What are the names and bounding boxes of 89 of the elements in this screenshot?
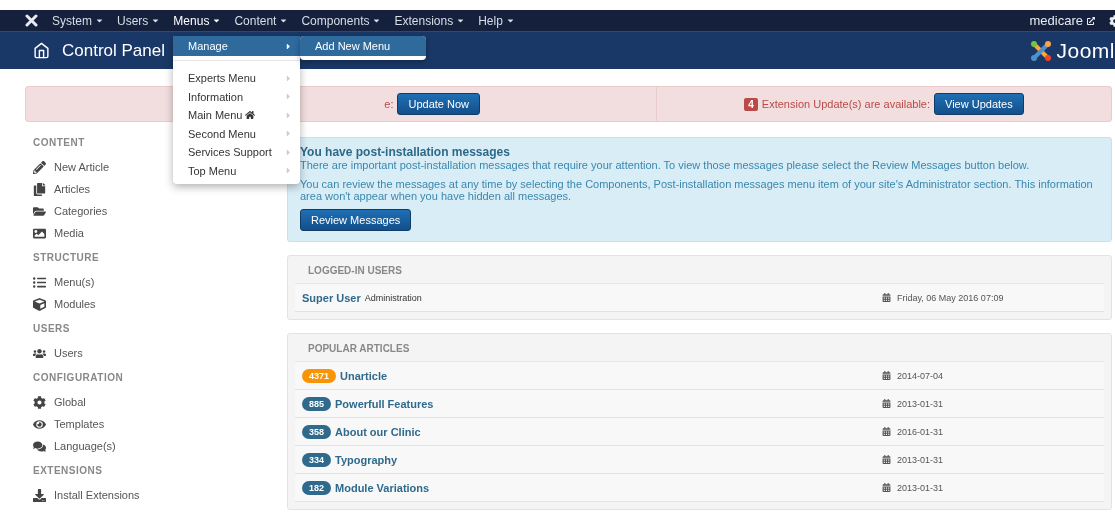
caret-icon xyxy=(279,16,289,25)
chat-icon xyxy=(33,439,46,453)
sidebar-item[interactable]: Users xyxy=(33,342,287,364)
article-link[interactable]: Module Variations xyxy=(335,481,430,494)
user-link[interactable]: Super User xyxy=(302,291,361,304)
pencil-icon xyxy=(33,160,46,174)
hits-badge: 885 xyxy=(302,396,332,411)
menu-item[interactable]: Second Menu xyxy=(173,124,300,143)
caret-icon xyxy=(505,16,515,25)
list-icon xyxy=(33,275,46,289)
nav-menu-item[interactable]: Users xyxy=(117,13,161,28)
nav-menu-item[interactable]: Menus xyxy=(173,13,222,28)
caret-icon xyxy=(95,16,104,25)
area-label: Administration xyxy=(364,292,422,303)
copy-icon xyxy=(33,182,46,196)
menu-item[interactable]: Experts Menu xyxy=(173,69,300,88)
gear-icon xyxy=(33,395,46,409)
sidebar-heading: STRUCTURE xyxy=(33,252,101,263)
external-link-icon xyxy=(1087,16,1095,25)
calendar-icon xyxy=(882,427,891,436)
image-icon xyxy=(33,226,46,240)
info-title: You have post-installation messages xyxy=(300,145,511,159)
hits-badge: 334 xyxy=(302,452,332,467)
sidebar-item[interactable]: Install Extensions xyxy=(33,484,287,506)
eye-icon xyxy=(33,417,46,431)
caret-icon xyxy=(151,16,161,25)
sidebar-item[interactable]: Articles xyxy=(33,178,287,200)
sidebar-item[interactable]: Templates xyxy=(33,413,287,435)
download-icon xyxy=(33,488,46,502)
article-link[interactable]: Powerfull Features xyxy=(335,397,434,410)
caret-icon xyxy=(284,41,293,51)
sidebar-item[interactable]: Media xyxy=(33,222,287,244)
cube-icon xyxy=(33,297,46,311)
calendar-icon xyxy=(882,293,891,302)
article-link[interactable]: Typography xyxy=(335,453,398,466)
date-text: 2013-01-31 xyxy=(897,454,944,465)
sidebar-item[interactable]: Menu(s) xyxy=(33,271,287,293)
caret-icon xyxy=(212,16,222,25)
info-text: There are important post-installation messages that require your attention. To view those messages please select the Review Messages button below. xyxy=(300,159,1031,171)
menu-item[interactable]: Main Menu xyxy=(173,106,300,125)
hits-badge: 4371 xyxy=(302,368,337,383)
count-badge: 4 xyxy=(744,97,758,111)
menu-item[interactable]: Add New Menu xyxy=(300,36,426,56)
sidebar-item[interactable]: Categories xyxy=(33,200,287,222)
logo-icon xyxy=(1030,39,1053,62)
logo-text: Jooml xyxy=(1056,38,1115,63)
view-updates-button[interactable]: View Updates xyxy=(934,93,1024,115)
sidebar-item[interactable]: Language(s) xyxy=(33,435,287,457)
nav-menu-item[interactable]: Extensions xyxy=(394,13,466,28)
calendar-icon xyxy=(882,483,891,492)
menu-item[interactable]: Manage xyxy=(173,36,300,56)
folder-icon xyxy=(33,204,46,218)
caret-icon xyxy=(372,16,382,25)
menu-item[interactable]: Top Menu xyxy=(173,161,300,180)
info-text: You can review the messages at any time by selecting the Components, Post-installation messages menu item of your site's Administrator section. This information area won't appear when you have hidden all messages. xyxy=(300,178,1094,202)
users-icon xyxy=(33,346,46,360)
update-now-button[interactable]: Update Now xyxy=(397,93,480,115)
date-text: 2013-01-31 xyxy=(897,398,944,409)
review-messages-button[interactable]: Review Messages xyxy=(300,209,412,231)
sidebar-heading: EXTENSIONS xyxy=(33,465,104,476)
nav-menu-item[interactable]: System xyxy=(52,13,104,28)
article-link[interactable]: About our Clinic xyxy=(335,425,421,438)
alert-text: Extension Update(s) are available: xyxy=(761,98,930,110)
logo-icon[interactable] xyxy=(25,14,38,27)
calendar-icon xyxy=(882,371,891,380)
alert-text: e: xyxy=(384,98,394,110)
menu-item[interactable]: Information xyxy=(173,87,300,106)
nav-menu-item[interactable]: Components xyxy=(301,13,382,28)
menu-item[interactable]: Services Support xyxy=(173,143,300,162)
page-title: Control Panel xyxy=(62,40,165,61)
date-text: 2016-01-31 xyxy=(897,426,944,437)
date-text: 2014-07-04 xyxy=(897,370,944,381)
nav-menu-item[interactable]: Help xyxy=(478,13,515,28)
date-text: 2013-01-31 xyxy=(897,482,944,493)
sidebar-item[interactable]: Modules xyxy=(33,293,287,315)
hits-badge: 358 xyxy=(302,424,332,439)
calendar-icon xyxy=(882,455,891,464)
sidebar-heading: CONFIGURATION xyxy=(33,372,125,383)
sidebar-item[interactable]: Global xyxy=(33,391,287,413)
sidebar-heading: CONTENT xyxy=(33,137,86,148)
caret-icon xyxy=(456,16,466,25)
article-link[interactable]: Unarticle xyxy=(340,369,388,382)
hits-badge: 182 xyxy=(302,480,332,495)
home-icon xyxy=(33,42,50,59)
site-link[interactable]: medicare xyxy=(1029,13,1095,28)
nav-menu-item[interactable]: Content xyxy=(234,13,289,28)
date-text: Friday, 06 May 2016 07:09 xyxy=(897,292,1004,303)
sidebar-heading: USERS xyxy=(33,323,71,334)
calendar-icon xyxy=(882,399,891,408)
